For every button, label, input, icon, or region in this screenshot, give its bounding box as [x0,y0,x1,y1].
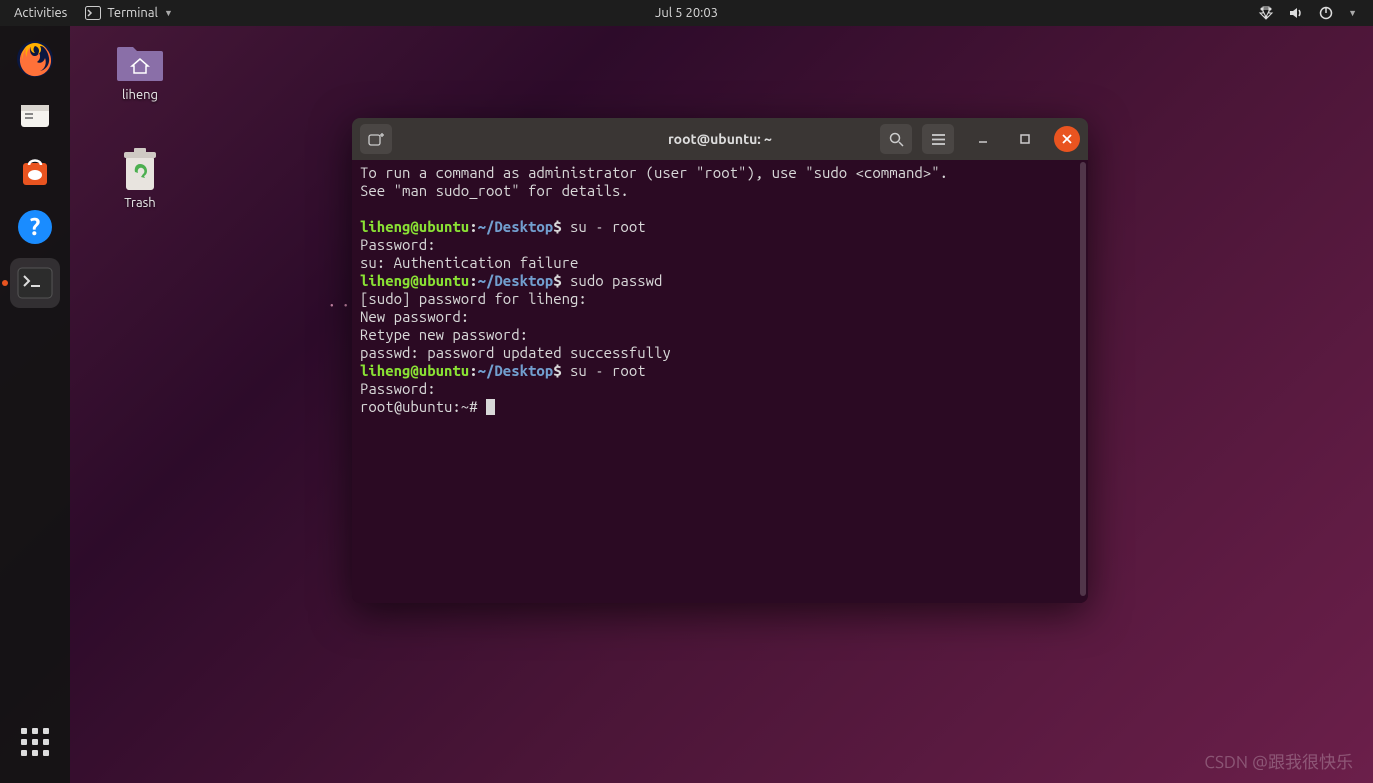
app-menu[interactable]: Terminal ▼ [85,6,173,20]
terminal-scrollbar[interactable] [1078,160,1088,603]
show-applications[interactable] [10,717,60,767]
trash-icon [120,146,160,192]
network-icon[interactable] [1258,5,1274,21]
minimize-icon [977,133,989,145]
desktop-trash[interactable]: Trash [100,146,180,210]
search-icon [889,132,904,147]
shopping-bag-icon [15,151,55,191]
app-menu-label: Terminal [107,6,158,20]
minimize-button[interactable] [970,126,996,152]
new-tab-icon [368,132,384,146]
clock[interactable]: Jul 5 20:03 [655,6,718,20]
dock-software[interactable] [10,146,60,196]
desktop-icon-label: Trash [100,196,180,210]
hamburger-icon [931,133,946,146]
firefox-icon [14,38,56,80]
files-icon [15,95,55,135]
window-title: root@ubuntu: ~ [668,131,772,147]
svg-text:?: ? [30,213,41,240]
running-indicator [2,280,8,286]
dock-help[interactable]: ? [10,202,60,252]
maximize-button[interactable] [1012,126,1038,152]
help-icon: ? [15,207,55,247]
terminal-icon [16,266,54,300]
terminal-titlebar[interactable]: root@ubuntu: ~ [352,118,1088,160]
top-bar: Activities Terminal ▼ Jul 5 20:03 ▼ [0,0,1373,26]
dock: ? [0,26,70,783]
close-button[interactable] [1054,126,1080,152]
close-icon [1061,133,1073,145]
search-button[interactable] [880,124,912,154]
home-folder-icon [115,39,165,83]
power-icon[interactable] [1318,5,1334,21]
chevron-down-icon: ▼ [164,8,173,18]
terminal-icon [85,6,101,20]
dock-firefox[interactable] [10,34,60,84]
terminal-window: root@ubuntu: ~ To run a command as admin… [352,118,1088,603]
menu-button[interactable] [922,124,954,154]
volume-icon[interactable] [1288,5,1304,21]
cursor [486,399,495,415]
dock-terminal[interactable] [10,258,60,308]
desktop-icon-label: liheng [100,88,180,102]
chevron-down-icon[interactable]: ▼ [1348,8,1357,18]
dock-files[interactable] [10,90,60,140]
terminal-body[interactable]: To run a command as administrator (user … [352,160,1088,603]
maximize-icon [1019,133,1031,145]
desktop-home-folder[interactable]: liheng [100,38,180,102]
activities-button[interactable]: Activities [14,6,67,20]
watermark: CSDN @跟我很快乐 [1204,748,1353,773]
new-tab-button[interactable] [360,124,392,154]
